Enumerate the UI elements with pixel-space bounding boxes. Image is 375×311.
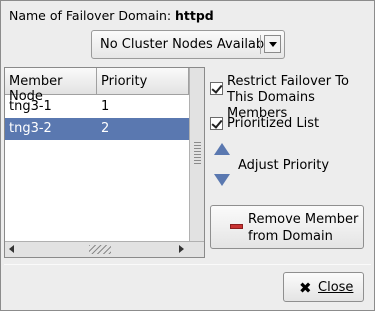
- arrow-down-icon[interactable]: [214, 174, 230, 186]
- domain-name-value: httpd: [175, 8, 214, 23]
- scroll-left-icon[interactable]: [9, 245, 14, 253]
- arrow-up-icon[interactable]: [214, 143, 230, 155]
- scrollbar-grip-icon: [194, 142, 201, 164]
- combo-dropdown-button[interactable]: [264, 35, 281, 53]
- restrict-failover-checkbox[interactable]: [210, 82, 223, 95]
- minus-icon: [230, 224, 243, 229]
- chevron-down-icon: [269, 42, 277, 47]
- prioritized-list-checkbox[interactable]: [210, 117, 223, 130]
- cluster-nodes-combo-value: No Cluster Nodes Available: [100, 37, 276, 52]
- adjust-priority-label: Adjust Priority: [238, 158, 330, 173]
- member-node-cell: tng3-2: [9, 121, 52, 136]
- remove-member-label: Remove Member from Domain: [248, 212, 359, 244]
- restrict-failover-label[interactable]: Restrict Failover To This Domains Member…: [227, 74, 372, 122]
- combo-separator: [260, 35, 261, 54]
- table-row-selected[interactable]: tng3-2 2: [5, 118, 189, 140]
- prioritized-list-label[interactable]: Prioritized List: [227, 116, 319, 131]
- horizontal-scrollbar[interactable]: [5, 241, 204, 257]
- priority-cell: 1: [101, 99, 110, 114]
- remove-member-button[interactable]: Remove Member from Domain: [210, 205, 364, 249]
- priority-cell: 2: [101, 121, 110, 136]
- scroll-right-icon[interactable]: [179, 245, 184, 253]
- table-row[interactable]: tng3-1 1: [5, 96, 189, 118]
- dialog-divider: [4, 264, 371, 265]
- member-node-cell: tng3-1: [9, 99, 52, 114]
- cluster-nodes-combo[interactable]: No Cluster Nodes Available: [91, 30, 285, 59]
- scrollbar-grip-icon: [89, 245, 111, 254]
- column-header-priority[interactable]: Priority: [97, 68, 189, 95]
- column-header-member-node[interactable]: Member Node: [5, 68, 97, 104]
- close-x-icon: ✖: [299, 279, 312, 297]
- vertical-scrollbar[interactable]: [189, 68, 204, 241]
- failover-domain-dialog: Name of Failover Domain: httpd No Cluste…: [0, 0, 375, 311]
- domain-name-label: Name of Failover Domain:: [9, 8, 172, 23]
- close-button-label: Close: [318, 280, 354, 295]
- member-list: Member Node Priority tng3-1 1 tng3-2 2: [4, 67, 205, 258]
- close-button[interactable]: ✖ Close: [283, 272, 364, 302]
